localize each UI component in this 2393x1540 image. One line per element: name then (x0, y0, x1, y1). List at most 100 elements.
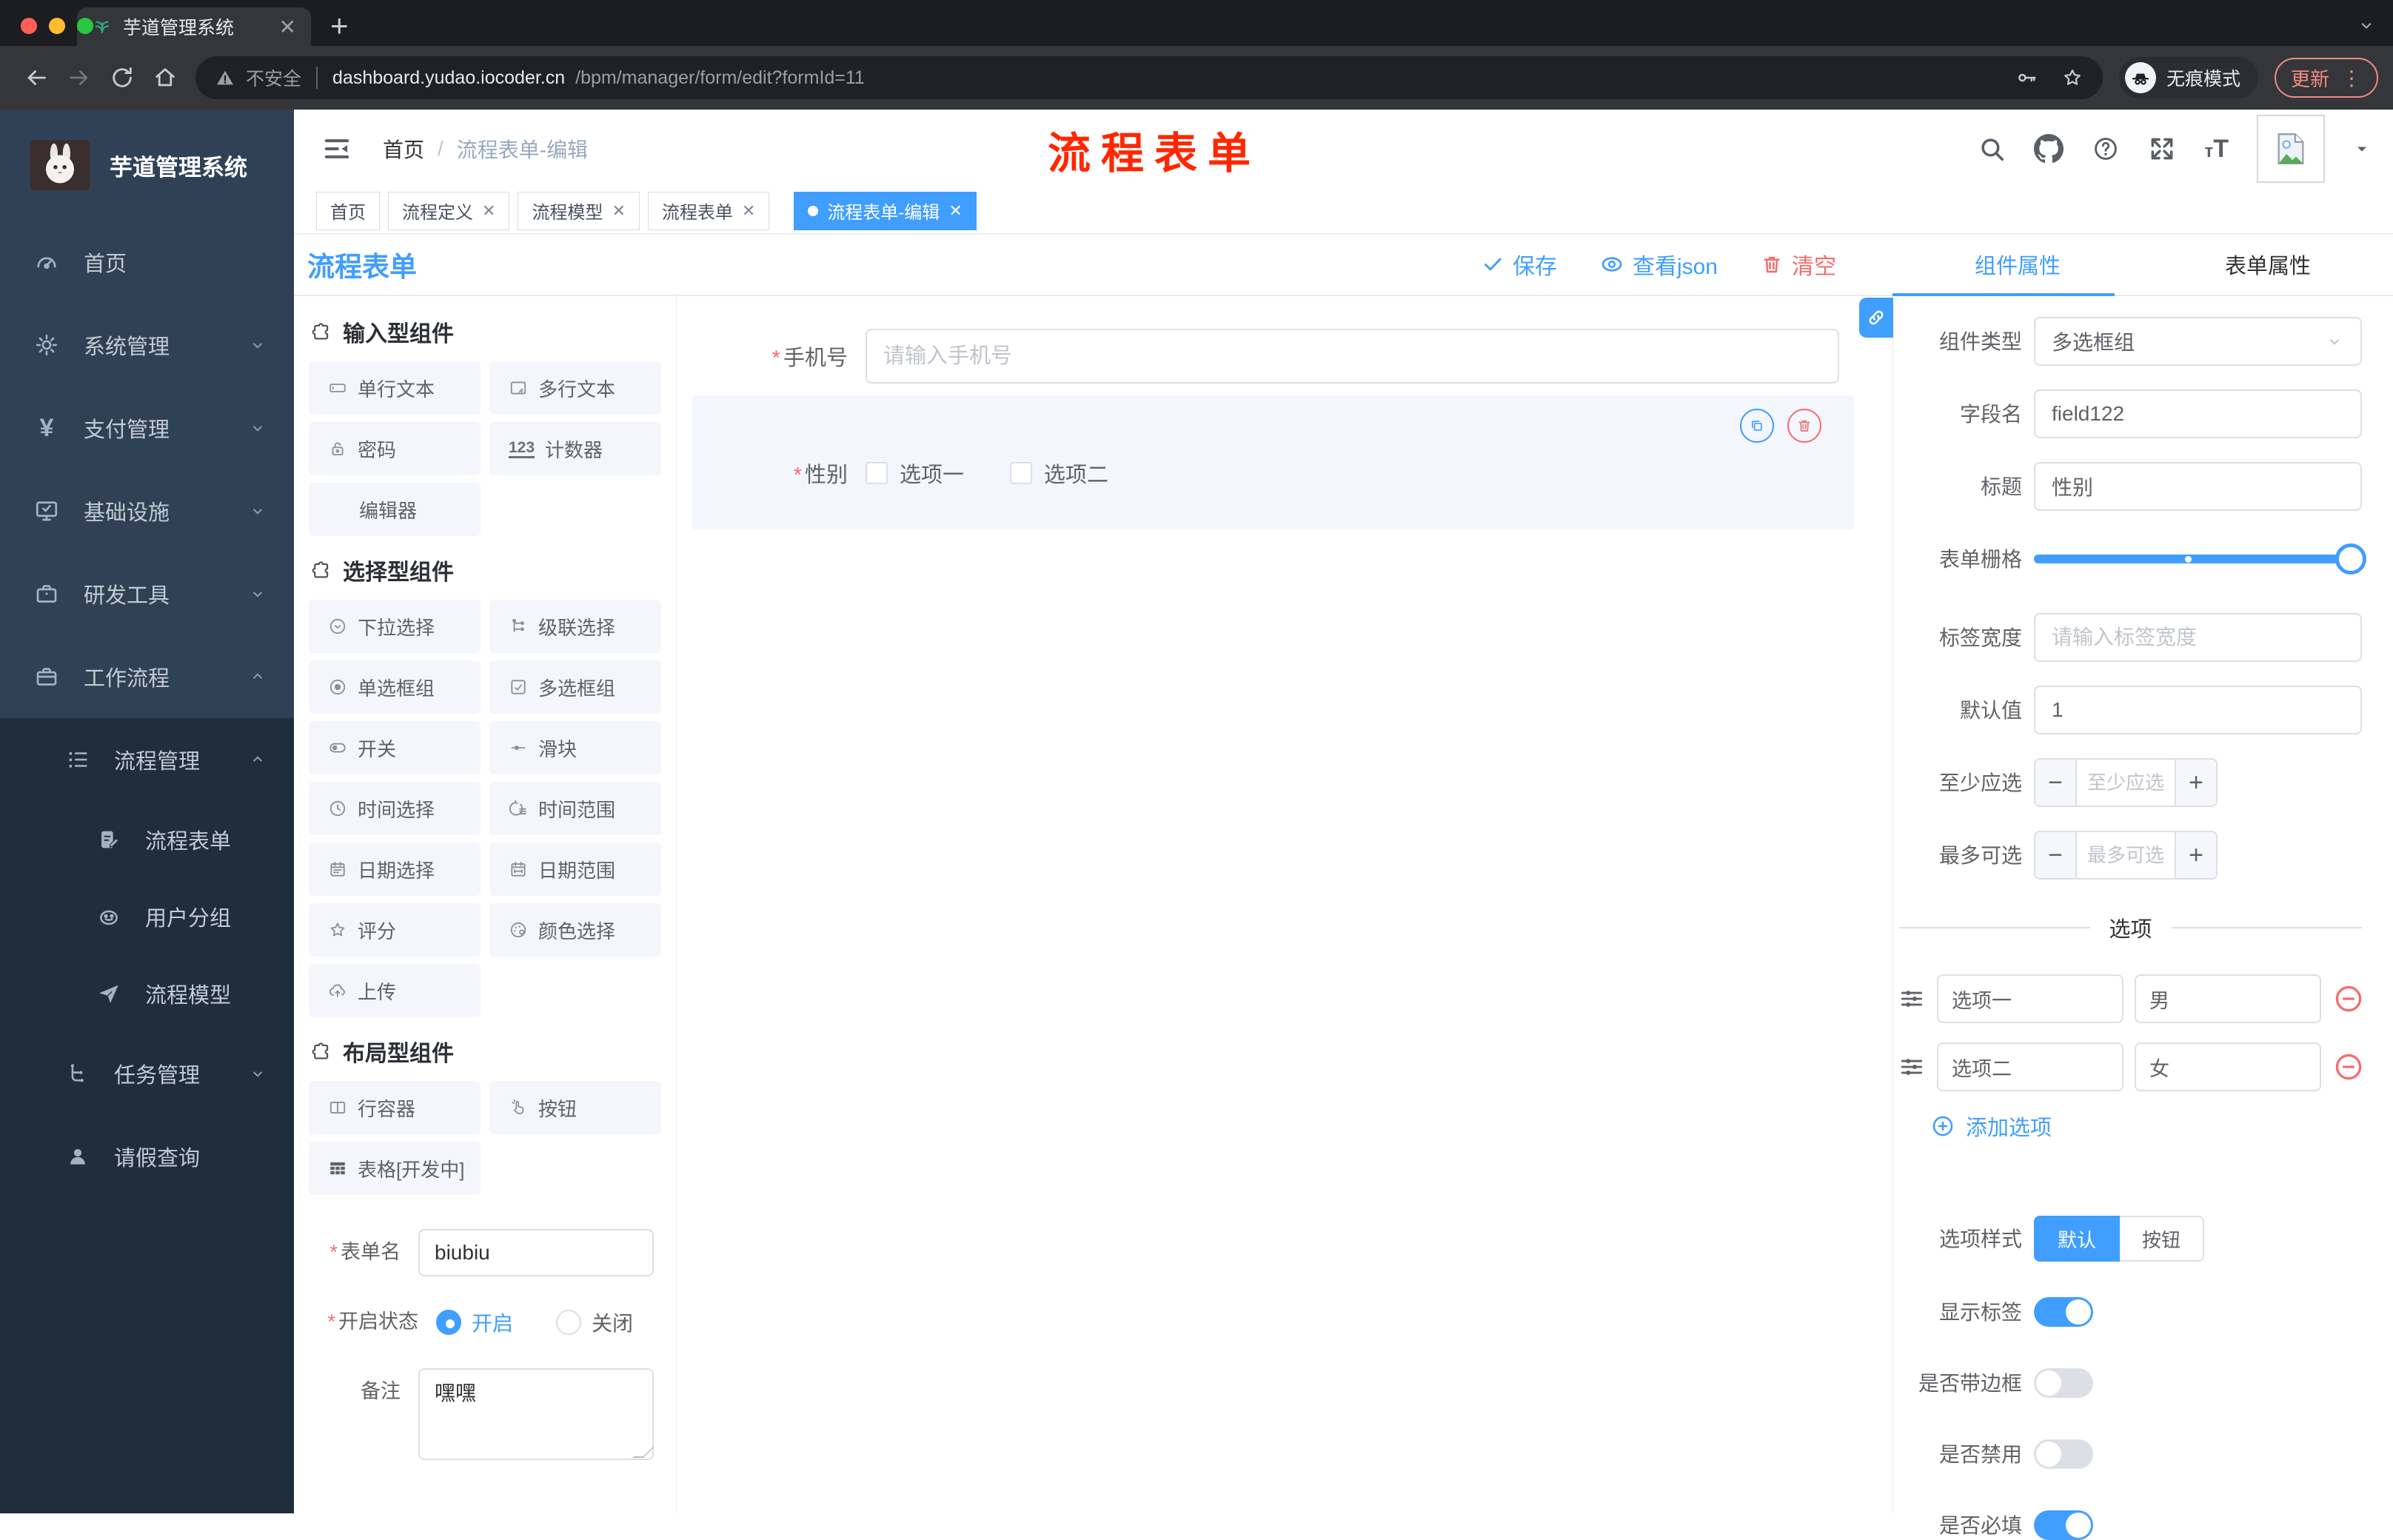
option-value-input[interactable] (2135, 1042, 2321, 1091)
user-avatar[interactable] (2257, 115, 2325, 183)
gender-checkbox-option-2[interactable]: 选项二 (1010, 458, 1108, 489)
decrease-button[interactable]: − (2035, 832, 2077, 878)
component-chip-date-range[interactable]: 日期范围 (489, 843, 661, 896)
component-chip-counter[interactable]: 123计数器 (489, 422, 661, 475)
forward-button[interactable] (67, 65, 92, 90)
clear-button[interactable]: 清空 (1761, 248, 1836, 281)
close-icon[interactable]: ✕ (482, 201, 495, 221)
default-value-input[interactable] (2034, 686, 2362, 734)
url-bar[interactable]: 不安全 dashboard.yudao.iocoder.cn/bpm/manag… (195, 56, 2103, 99)
link-icon[interactable] (1859, 298, 1893, 338)
component-chip-checkbox-group[interactable]: 多选框组 (489, 660, 661, 714)
tag-process-form-edit[interactable]: 流程表单-编辑✕ (794, 192, 976, 230)
add-option-button[interactable]: 添加选项 (1930, 1111, 2362, 1142)
button-style-button[interactable]: 按钮 (2120, 1216, 2204, 1262)
remove-option-button[interactable] (2332, 982, 2365, 1015)
window-controls[interactable] (21, 18, 93, 34)
help-icon[interactable] (2092, 135, 2120, 163)
component-type-select[interactable]: 多选框组 (2034, 317, 2362, 366)
component-chip-single-text[interactable]: 单行文本 (309, 361, 481, 415)
slider-track[interactable] (2034, 555, 2362, 563)
sidebar-item-process-model[interactable]: 流程模型 (0, 955, 294, 1032)
component-chip-rate[interactable]: 评分 (309, 903, 481, 957)
close-icon[interactable]: ✕ (742, 201, 755, 221)
component-chip-time-picker[interactable]: 时间选择 (309, 782, 481, 835)
default-style-button[interactable]: 默认 (2034, 1216, 2120, 1262)
gender-checkbox-option-1[interactable]: 选项一 (866, 458, 964, 489)
zoom-window-button[interactable] (77, 18, 93, 34)
canvas-field-phone[interactable]: *手机号 (692, 329, 1854, 384)
tag-process-model[interactable]: 流程模型✕ (518, 192, 639, 230)
component-chip-time-range[interactable]: 时间范围 (489, 782, 661, 835)
component-chip-button[interactable]: 按钮 (489, 1081, 661, 1134)
password-key-icon[interactable] (2015, 67, 2038, 89)
view-json-button[interactable]: 查看json (1600, 248, 1718, 281)
border-switch[interactable] (2034, 1368, 2093, 1398)
status-radio-off[interactable]: 关闭 (556, 1308, 633, 1337)
copy-component-button[interactable] (1740, 409, 1774, 443)
avatar-caret-icon[interactable] (2353, 140, 2371, 158)
new-tab-button[interactable]: + (330, 10, 349, 41)
browser-menu-icon[interactable]: ⋮ (2341, 66, 2362, 90)
sidebar-item-user-group[interactable]: 用户分组 (0, 878, 294, 955)
sidebar-item-task-management[interactable]: 任务管理 (0, 1032, 294, 1115)
component-chip-multi-text[interactable]: 多行文本 (489, 361, 661, 415)
close-icon[interactable]: ✕ (612, 201, 625, 221)
increase-button[interactable]: + (2175, 832, 2216, 878)
min-select-input[interactable] (2077, 760, 2175, 806)
tab-component-props[interactable]: 组件属性 (1892, 234, 2143, 295)
back-button[interactable] (24, 65, 49, 90)
reload-button[interactable] (110, 65, 135, 90)
component-chip-radio-group[interactable]: 单选框组 (309, 660, 481, 714)
sidebar-item-home[interactable]: 首页 (0, 221, 294, 304)
browser-tab[interactable]: 芋道管理系统 ✕ (77, 7, 311, 46)
tab-overflow-chevron-icon[interactable] (2356, 15, 2377, 36)
increase-button[interactable]: + (2175, 760, 2216, 806)
tag-home[interactable]: 首页 (316, 192, 380, 230)
field-name-input[interactable] (2034, 389, 2362, 438)
tab-form-props[interactable]: 表单属性 (2143, 234, 2393, 295)
component-chip-password[interactable]: 密码 (309, 422, 481, 475)
delete-component-button[interactable] (1787, 409, 1821, 443)
status-radio-on[interactable]: 开启 (436, 1308, 513, 1337)
sidebar-item-process-management[interactable]: 流程管理 (0, 718, 294, 801)
component-chip-row-container[interactable]: 行容器 (309, 1081, 481, 1134)
drag-handle-icon[interactable] (1898, 1053, 1926, 1081)
sidebar-item-infrastructure[interactable]: 基础设施 (0, 469, 294, 552)
component-chip-switch[interactable]: 开关 (309, 721, 481, 774)
sidebar-fold-icon[interactable] (322, 134, 352, 164)
selected-component-gender[interactable]: *性别 选项一 选项二 (692, 395, 1854, 529)
fullscreen-icon[interactable] (2148, 135, 2176, 163)
sidebar-item-system[interactable]: 系统管理 (0, 304, 294, 386)
sidebar-item-workflow[interactable]: 工作流程 (0, 635, 294, 718)
option-label-input[interactable] (1937, 1042, 2123, 1091)
phone-field-input[interactable] (866, 329, 1839, 384)
sidebar-item-leave-query[interactable]: 请假查询 (0, 1115, 294, 1198)
component-chip-date-picker[interactable]: 日期选择 (309, 843, 481, 896)
minimize-window-button[interactable] (49, 18, 65, 34)
required-switch[interactable] (2034, 1510, 2093, 1540)
save-button[interactable]: 保存 (1482, 248, 1557, 281)
tag-process-definition[interactable]: 流程定义✕ (388, 192, 509, 230)
drag-handle-icon[interactable] (1898, 985, 1926, 1013)
remove-option-button[interactable] (2332, 1051, 2365, 1083)
font-size-icon[interactable]: тT (2204, 135, 2229, 164)
sidebar-item-devtools[interactable]: 研发工具 (0, 552, 294, 635)
github-icon[interactable] (2034, 134, 2064, 164)
close-icon[interactable]: ✕ (948, 201, 962, 221)
option-label-input[interactable] (1937, 974, 2123, 1023)
checkbox[interactable] (866, 462, 888, 484)
component-chip-select[interactable]: 下拉选择 (309, 600, 481, 653)
close-tab-icon[interactable]: ✕ (279, 15, 296, 39)
title-input[interactable] (2034, 462, 2362, 511)
component-chip-table[interactable]: 表格[开发中] (309, 1142, 481, 1195)
max-select-input[interactable] (2077, 832, 2175, 878)
breadcrumb-home[interactable]: 首页 (383, 134, 424, 164)
component-chip-slider[interactable]: 滑块 (489, 721, 661, 774)
update-button[interactable]: 更新 ⋮ (2275, 58, 2378, 98)
search-icon[interactable] (1978, 135, 2006, 163)
label-width-input[interactable] (2034, 613, 2362, 662)
checkbox[interactable] (1010, 462, 1032, 484)
disabled-switch[interactable] (2034, 1439, 2093, 1469)
sidebar-item-process-form[interactable]: 流程表单 (0, 801, 294, 878)
